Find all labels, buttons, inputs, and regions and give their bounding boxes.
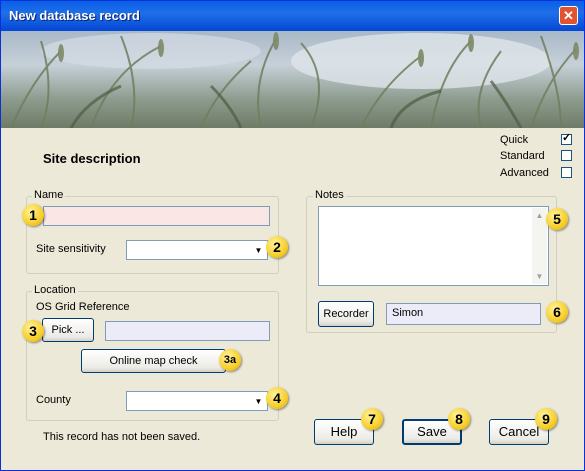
mode-advanced-label: Advanced <box>500 167 549 179</box>
mode-advanced-checkbox[interactable] <box>561 167 572 178</box>
name-group-legend: Name <box>32 189 66 201</box>
recorder-button[interactable]: Recorder <box>318 301 374 327</box>
arrow-up-icon[interactable]: ▲ <box>532 208 547 223</box>
pick-button[interactable]: Pick ... <box>42 318 94 342</box>
callout-badge: 8 <box>448 408 470 430</box>
dialog-window: New database record ✕ Quick ✓ Standard A… <box>0 0 585 471</box>
callout-badge: 3a <box>219 349 241 371</box>
mode-quick-checkbox[interactable]: ✓ <box>561 132 572 145</box>
recorder-input[interactable]: Simon <box>386 303 541 325</box>
notes-scrollbar[interactable]: ▲ ▼ <box>532 208 547 284</box>
mode-standard-label: Standard <box>500 150 545 162</box>
callout-badge: 3 <box>22 320 44 342</box>
grass-illustration <box>10 32 579 128</box>
arrow-down-icon[interactable]: ▼ <box>532 269 547 284</box>
callout-badge: 1 <box>22 204 44 226</box>
recorder-value: Simon <box>392 307 424 319</box>
site-name-input[interactable] <box>43 206 270 226</box>
callout-badge: 4 <box>266 387 288 409</box>
chevron-down-icon[interactable]: ▼ <box>251 242 266 257</box>
window-title: New database record <box>9 8 140 23</box>
checkmark-icon: ✓ <box>562 132 572 144</box>
grid-reference-label: OS Grid Reference <box>36 301 130 313</box>
header-banner-image <box>1 31 584 128</box>
callout-badge: 6 <box>546 301 568 323</box>
callout-badge: 2 <box>266 236 288 258</box>
notes-group-legend: Notes <box>313 189 346 201</box>
county-label: County <box>36 394 71 406</box>
close-icon: ✕ <box>563 8 574 23</box>
site-sensitivity-select[interactable]: ▼ <box>126 240 268 260</box>
callout-badge: 5 <box>546 208 568 230</box>
chevron-down-icon[interactable]: ▼ <box>251 393 266 408</box>
callout-badge: 7 <box>361 408 383 430</box>
mode-quick-label: Quick <box>500 134 529 146</box>
notes-textarea[interactable]: ▲ ▼ <box>318 206 549 286</box>
close-button[interactable]: ✕ <box>559 6 578 25</box>
title-bar[interactable]: New database record ✕ <box>1 1 584 31</box>
callout-badge: 9 <box>535 408 557 430</box>
online-map-check-button[interactable]: Online map check <box>81 349 226 373</box>
section-title: Site description <box>43 151 141 166</box>
location-group-legend: Location <box>32 284 78 296</box>
mode-standard-checkbox[interactable] <box>561 150 572 161</box>
grid-reference-input[interactable] <box>105 321 270 341</box>
county-select[interactable]: ▼ <box>126 391 268 411</box>
site-sensitivity-label: Site sensitivity <box>36 243 106 255</box>
save-status-text: This record has not been saved. <box>43 431 201 443</box>
